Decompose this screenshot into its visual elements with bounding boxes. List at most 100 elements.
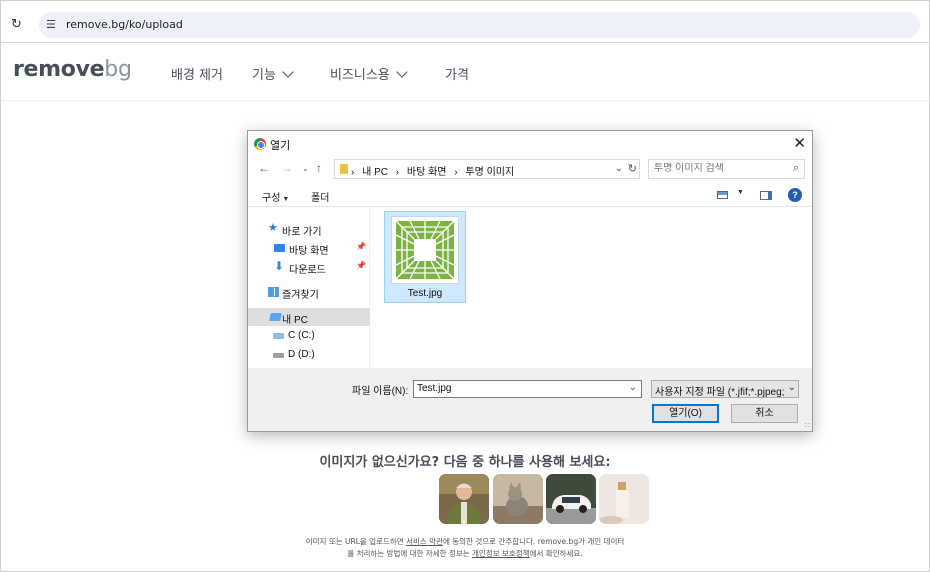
terms-text: 이미지 또는 URL을 업로드하면 [305, 537, 407, 546]
site-info-icon[interactable]: ☰ [46, 18, 56, 31]
cosmetics-sample-image [599, 474, 649, 524]
star-icon: ★ [268, 222, 278, 234]
chevron-down-icon [282, 65, 294, 78]
breadcrumb-item[interactable]: 내 PC [362, 167, 388, 178]
browser-toolbar: ↻ ☰ remove.bg/ko/upload [1, 1, 929, 43]
terms-text: 에서 확인하세요. [529, 549, 583, 558]
filename-combobox[interactable]: Test.jpg ⌄ [413, 380, 642, 398]
dialog-title: 열기 [270, 140, 291, 152]
cat-sample[interactable] [493, 474, 543, 524]
terms-of-service-link[interactable]: 서비스 약관 [406, 537, 443, 546]
close-icon[interactable]: ✕ [793, 134, 806, 152]
nav-label: 기능 [252, 68, 276, 83]
terms-text: 를 처리하는 방법에 대한 자세한 정보는 [347, 549, 473, 558]
cat-sample-image [493, 474, 543, 524]
dialog-toolbar: 구성 ▼ 폴더 ▼ ? [248, 183, 812, 207]
file-open-dialog: 열기 ✕ ← → ⌄ ↑ › 내 PC › 바탕 화면 › 투명 이미지 ⌄ ↻ [247, 130, 813, 432]
nav-features[interactable]: 기능 [252, 64, 294, 83]
breadcrumb-item[interactable]: 투명 이미지 [465, 167, 514, 178]
dialog-titlebar[interactable]: 열기 ✕ [248, 131, 812, 157]
file-list: Test.jpg [372, 208, 812, 368]
folder-icon [340, 164, 348, 174]
help-icon[interactable]: ? [788, 188, 802, 202]
sidebar-item-quick-access[interactable]: ★ 바로 가기 [248, 220, 370, 238]
caret-down-icon[interactable]: ▼ [737, 189, 744, 196]
new-folder-button[interactable]: 폴더 [311, 189, 329, 204]
cancel-button[interactable]: 취소 [731, 404, 798, 423]
file-type-select[interactable]: 사용자 지정 파일 (*.jfif;*.pjpeg; ⌄ [651, 380, 799, 398]
car-sample-image [546, 474, 596, 524]
nav-business[interactable]: 비즈니스용 [330, 64, 408, 83]
desktop-icon [274, 244, 285, 252]
nav-remove-background[interactable]: 배경 제거 [171, 64, 223, 83]
reload-icon[interactable]: ↻ [11, 17, 22, 32]
privacy-policy-link[interactable]: 개인정보 보호정책 [472, 549, 530, 558]
file-type-value: 사용자 지정 파일 (*.jfif;*.pjpeg; [655, 387, 785, 398]
nav-label: 가격 [445, 68, 469, 83]
dialog-navigation: ← → ⌄ ↑ › 내 PC › 바탕 화면 › 투명 이미지 ⌄ ↻ ⌕ [248, 157, 812, 181]
sidebar-item-drive-c[interactable]: C (C:) [248, 327, 370, 345]
up-arrow-icon[interactable]: ↑ [316, 161, 322, 175]
nav-pricing[interactable]: 가격 [445, 64, 469, 83]
thumbnail-image [392, 217, 458, 283]
sidebar-label: D (D:) [288, 349, 315, 360]
breadcrumb-separator: › [454, 167, 458, 178]
breadcrumb-item[interactable]: 바탕 화면 [407, 167, 447, 178]
sidebar-item-favorites[interactable]: 즐겨찾기 [248, 283, 370, 301]
search-input[interactable] [654, 163, 784, 174]
chevron-down-icon [396, 65, 408, 78]
filename-value[interactable]: Test.jpg [417, 383, 451, 394]
logo[interactable]: removebg [13, 57, 132, 82]
person-sample-image [439, 474, 489, 524]
terms-text: 에 동의한 것으로 간주합니다. remove.bg가 개인 데이터 [442, 537, 625, 546]
sidebar-label: 즐겨찾기 [282, 290, 319, 301]
pin-icon: 📌 [356, 242, 366, 251]
nav-label: 배경 제거 [171, 68, 223, 83]
chevron-down-icon[interactable]: ⌄ [785, 382, 796, 393]
breadcrumb-separator: › [395, 167, 400, 178]
chevron-down-icon[interactable]: ⌄ [629, 382, 637, 393]
car-sample[interactable] [546, 474, 596, 524]
resize-grip-icon[interactable]: ∷ [805, 421, 810, 430]
sample-prompt: 이미지가 없으신가요? 다음 중 하나를 사용해 보세요: [319, 455, 611, 470]
recent-chevron-icon[interactable]: ⌄ [302, 164, 309, 173]
address-bar[interactable]: ☰ remove.bg/ko/upload [39, 12, 920, 38]
filename-label: 파일 이름(N): [352, 386, 409, 397]
sidebar-item-downloads[interactable]: ⬇ 다운로드 📌 [248, 258, 370, 276]
screen: ↻ ☰ remove.bg/ko/upload removebg 배경 제거 기… [0, 0, 930, 572]
cosmetics-sample[interactable] [599, 474, 649, 524]
file-name: Test.jpg [407, 288, 443, 299]
url-text[interactable]: remove.bg/ko/upload [66, 18, 183, 31]
organize-menu[interactable]: 구성 ▼ [262, 189, 289, 204]
organize-label: 구성 [262, 193, 281, 204]
back-arrow-icon[interactable]: ← [258, 161, 270, 175]
search-icon[interactable]: ⌕ [793, 162, 799, 175]
navigation-pane: ★ 바로 가기 바탕 화면 📌 ⬇ 다운로드 📌 즐겨찾기 내 PC C (C:… [248, 208, 370, 368]
chevron-down-icon[interactable]: ⌄ [615, 163, 623, 174]
view-options-icon[interactable] [717, 191, 728, 199]
logo-accent: bg [104, 57, 132, 82]
favorites-icon [268, 287, 279, 297]
path-breadcrumb[interactable]: › 내 PC › 바탕 화면 › 투명 이미지 ⌄ ↻ [334, 159, 640, 179]
terms-line-2: 를 처리하는 방법에 대한 자세한 정보는 개인정보 보호정책에서 확인하세요. [1, 548, 929, 560]
logo-main: remove [13, 57, 105, 82]
dialog-footer: 파일 이름(N): Test.jpg ⌄ 사용자 지정 파일 (*.jfif;*… [248, 368, 812, 431]
forward-arrow-icon[interactable]: → [281, 161, 293, 175]
sidebar-item-drive-d[interactable]: D (D:) [248, 346, 370, 364]
open-button[interactable]: 열기(O) [652, 404, 719, 423]
site-header: removebg 배경 제거 기능 비즈니스용 가격 [1, 44, 929, 101]
folder-search[interactable]: ⌕ [648, 159, 805, 179]
sidebar-item-desktop[interactable]: 바탕 화면 📌 [248, 239, 370, 257]
pc-icon [269, 313, 282, 321]
refresh-icon[interactable]: ↻ [628, 162, 637, 175]
drive-d-icon [273, 353, 284, 358]
file-thumbnail [392, 217, 458, 283]
sidebar-label: 바로 가기 [282, 227, 322, 238]
preview-pane-icon[interactable] [760, 191, 772, 200]
person-sample[interactable] [439, 474, 489, 524]
sidebar-item-this-pc[interactable]: 내 PC [248, 308, 370, 326]
sidebar-label: 바탕 화면 [289, 246, 329, 257]
chrome-icon [254, 138, 266, 150]
file-item[interactable]: Test.jpg [384, 211, 466, 303]
breadcrumb-separator: › [351, 167, 355, 178]
